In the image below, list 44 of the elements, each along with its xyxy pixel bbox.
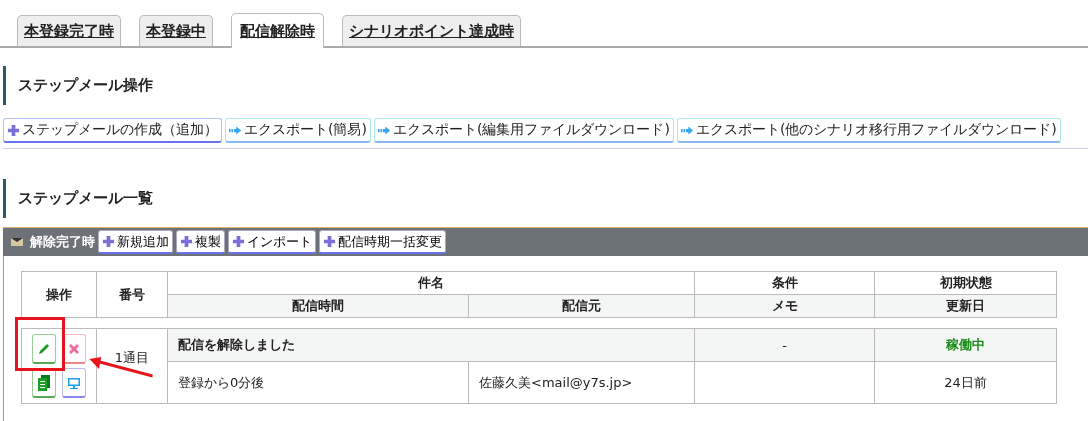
status-label: 稼働中	[874, 328, 1057, 362]
group-title: 解除完了時	[30, 233, 95, 251]
plus-icon	[232, 235, 245, 248]
table-cell: 佐藤久美<mail@y7s.jp>	[468, 361, 695, 404]
column-header: 件名	[167, 271, 695, 295]
toolbar-button[interactable]: 複製	[176, 230, 225, 254]
table-cell: 配信を解除しました	[167, 328, 695, 362]
toolbar-button[interactable]: 新規追加	[98, 230, 173, 254]
monitor-icon	[67, 375, 81, 390]
tab[interactable]: 配信解除時	[231, 13, 324, 48]
column-header: 条件	[694, 271, 875, 295]
toolbar-button[interactable]: 配信時期一括変更	[319, 230, 446, 254]
section-heading: ステップメール一覧	[3, 179, 1088, 218]
section-heading: ステップメール操作	[3, 66, 1088, 105]
plus-icon	[180, 235, 193, 248]
tab[interactable]: 本登録中	[139, 15, 213, 46]
export-button[interactable]: エクスポート(他のシナリオ移行用ファイルダウンロード)	[676, 118, 1061, 143]
column-header: 操作	[21, 271, 97, 318]
envelope-icon	[11, 237, 23, 247]
preview-button[interactable]	[62, 368, 86, 398]
table-cell: -	[694, 328, 875, 362]
add-button[interactable]: ステップメールの作成（追加）	[3, 118, 222, 143]
highlight-box	[15, 317, 65, 371]
tab[interactable]: シナリオポイント達成時	[342, 15, 521, 46]
pencil-icon	[37, 341, 51, 356]
export-button[interactable]: エクスポート(編集用ファイルダウンロード)	[373, 118, 674, 143]
column-header: 初期状態	[874, 271, 1057, 295]
close-icon	[67, 341, 81, 356]
column-header: メモ	[694, 294, 875, 318]
column-header: 番号	[96, 271, 168, 318]
plus-icon	[323, 235, 336, 248]
plus-icon	[102, 235, 115, 248]
plus-icon	[7, 123, 20, 137]
edit-button[interactable]	[32, 334, 56, 364]
column-header: 配信元	[468, 294, 695, 318]
toolbar-button[interactable]: インポート	[228, 230, 316, 254]
column-header: 配信時間	[167, 294, 469, 318]
column-header: 更新日	[874, 294, 1057, 318]
export-button[interactable]: エクスポート(簡易)	[225, 118, 371, 143]
tab[interactable]: 本登録完了時	[17, 15, 121, 46]
table-cell: 1通目	[96, 328, 168, 404]
table-cell: 登録から0分後	[167, 361, 469, 404]
table-cell: 24日前	[874, 361, 1057, 404]
document-icon	[37, 374, 51, 391]
